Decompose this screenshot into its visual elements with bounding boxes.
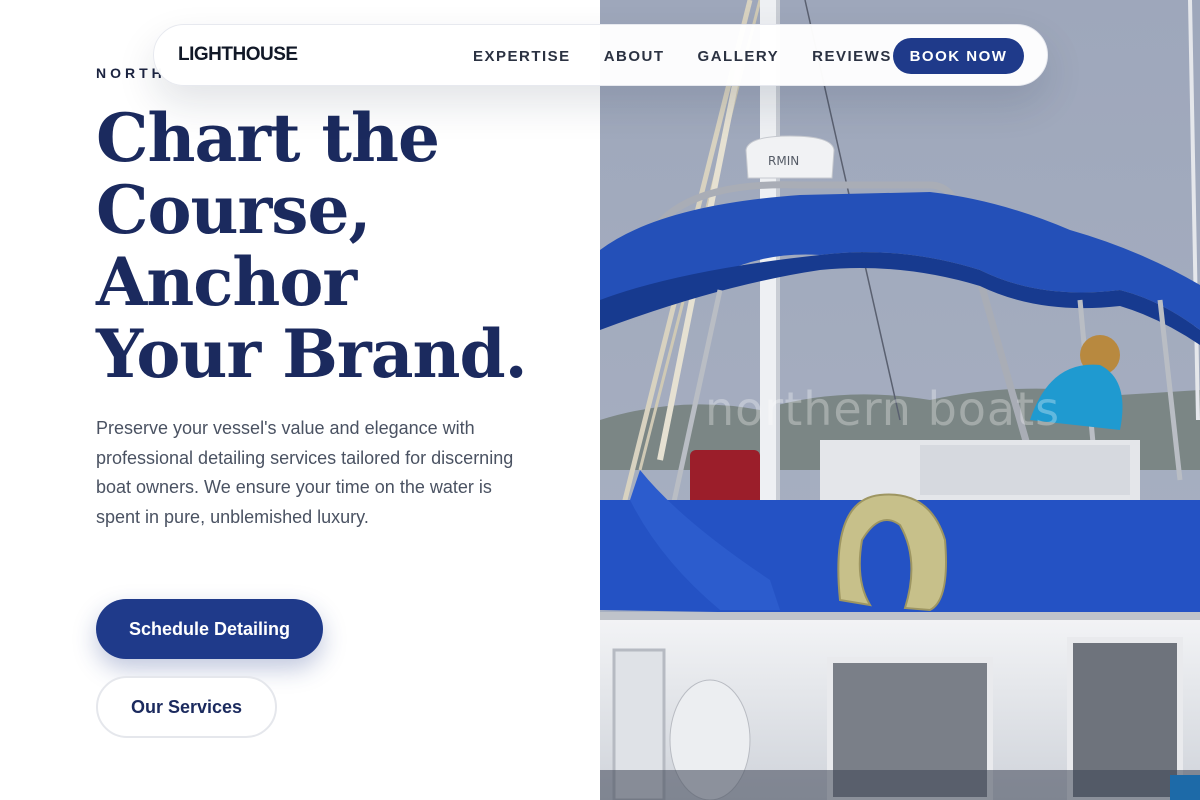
nav-link-gallery[interactable]: GALLERY [698,48,780,65]
hero-boat-image: RMIN northern boats [600,0,1200,800]
schedule-detailing-button[interactable]: Schedule Detailing [96,599,323,659]
hero-headline: Chart the Course, Anchor Your Brand. [96,102,576,390]
nav-links: EXPERTISE ABOUT GALLERY REVIEWS [473,25,892,87]
image-watermark: northern boats [705,382,1061,436]
headline-line: Your Brand. [96,315,528,393]
radar-dome-label: RMIN [768,154,799,168]
top-navigation: LIGHTHOUSE EXPERTISE ABOUT GALLERY REVIE… [153,24,1048,86]
nav-link-reviews[interactable]: REVIEWS [812,48,892,65]
headline-line: Course, [96,171,371,249]
headline-line: Anchor [96,243,357,321]
nav-link-about[interactable]: ABOUT [604,48,665,65]
our-services-button[interactable]: Our Services [96,676,277,738]
hero-content: NORTH Chart the Course, Anchor Your Bran… [0,0,600,800]
book-now-button[interactable]: BOOK NOW [893,38,1024,74]
brand-logo[interactable]: LIGHTHOUSE [178,44,298,66]
nav-link-expertise[interactable]: EXPERTISE [473,48,571,65]
hero-intro-text: Preserve your vessel's value and eleganc… [96,418,514,527]
headline-line: Chart the [96,99,440,177]
